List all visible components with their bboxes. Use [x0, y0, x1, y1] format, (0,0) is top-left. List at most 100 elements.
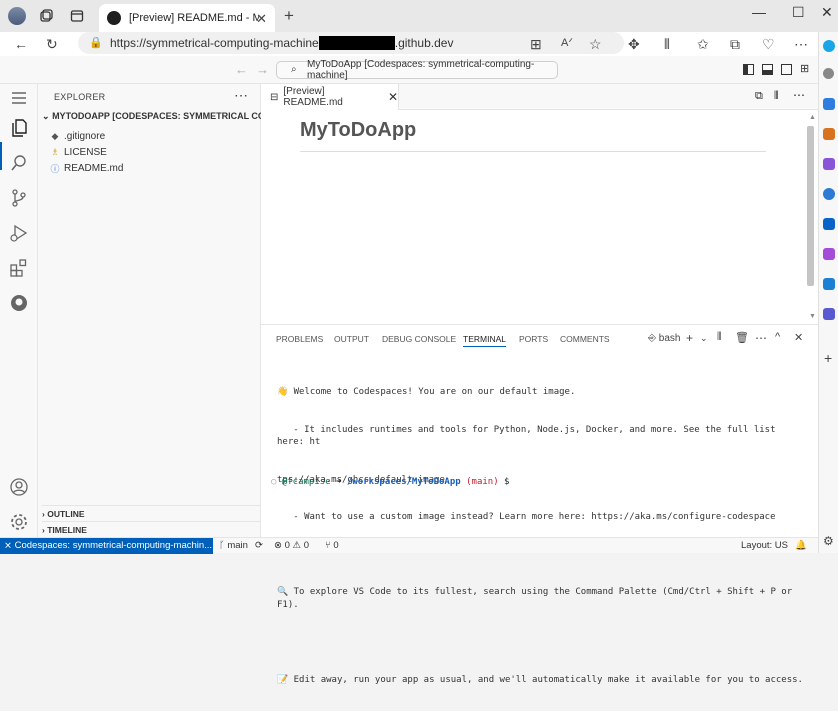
workspace-folder[interactable]: ⌄ MYTODOAPP [CODESPACES: SYMMETRICAL COM…	[42, 111, 261, 127]
refresh-icon[interactable]: ↻	[46, 36, 58, 53]
file-readme[interactable]: ⓘ README.md	[50, 160, 123, 176]
timeline-section[interactable]: › TIMELINE	[42, 521, 261, 537]
sidebar-title: EXPLORER	[54, 92, 106, 102]
maximize-icon[interactable]: ☐	[792, 4, 805, 21]
new-tab-icon[interactable]: +	[284, 6, 294, 26]
read-aloud-icon[interactable]: Aᐟ	[561, 36, 573, 49]
explorer-icon[interactable]	[9, 118, 29, 138]
outlook-icon[interactable]	[823, 218, 835, 230]
problems-status[interactable]: ⊗ 0 ⚠ 0	[274, 540, 309, 551]
close-icon[interactable]: ✕	[388, 90, 398, 104]
tools-icon[interactable]	[823, 128, 835, 140]
tab-problems[interactable]: PROBLEMS	[276, 334, 323, 344]
terminal-output[interactable]: 👋 Welcome to Codespaces! You are on our …	[277, 361, 807, 711]
designer-icon[interactable]	[823, 248, 835, 260]
microsoft365-icon[interactable]	[823, 188, 835, 200]
tab-ports[interactable]: PORTS	[519, 334, 548, 344]
split-editor-icon[interactable]: ⫴	[774, 90, 779, 103]
sidebar-settings-icon[interactable]: ⚙	[823, 534, 834, 548]
profile-avatar[interactable]	[8, 7, 26, 25]
notifications-bell-icon[interactable]: 🔔	[795, 540, 807, 551]
manage-gear-icon[interactable]	[9, 512, 29, 532]
scroll-up-icon[interactable]: ▲	[809, 114, 816, 121]
status-bar: ⨯ Codespaces: symmetrical-computing-mach…	[0, 537, 818, 554]
teams-icon[interactable]	[823, 308, 835, 320]
shopping-icon[interactable]	[823, 98, 835, 110]
browser-essentials-icon[interactable]: ♡	[762, 36, 775, 53]
file-license[interactable]: ♗ LICENSE	[50, 144, 107, 160]
toggle-panel-icon[interactable]	[762, 64, 773, 75]
minimize-icon[interactable]: —	[752, 4, 766, 20]
workspaces-icon[interactable]	[38, 8, 54, 24]
terminal-shell-selector[interactable]: ⎆ bash	[648, 333, 680, 344]
more-actions-icon[interactable]: ⋯	[234, 87, 248, 104]
settings-more-icon[interactable]: ⋯	[794, 36, 808, 53]
preview-scrollbar[interactable]	[807, 126, 814, 286]
collections-icon[interactable]: ⧉	[730, 36, 740, 53]
toggle-sidebar-icon[interactable]	[743, 64, 754, 75]
favorite-star-icon[interactable]: ☆	[589, 36, 602, 53]
close-tab-icon[interactable]: ✕	[256, 11, 267, 27]
active-indicator	[0, 142, 2, 170]
games-icon[interactable]	[823, 158, 835, 170]
tab-debug-console[interactable]: DEBUG CONSOLE	[382, 334, 456, 344]
command-center[interactable]: ⌕ MyToDoApp [Codespaces: symmetrical-com…	[276, 59, 558, 81]
tab-comments[interactable]: COMMENTS	[560, 334, 610, 344]
app-available-icon[interactable]: ⊞	[530, 36, 542, 53]
open-source-icon[interactable]: ⧉	[755, 90, 763, 103]
prompt-branch: (main)	[466, 477, 499, 487]
add-sidebar-app-icon[interactable]: +	[824, 350, 832, 366]
github-icon[interactable]	[9, 293, 29, 313]
drop-icon[interactable]	[823, 278, 835, 290]
tab-actions-icon[interactable]	[69, 8, 85, 24]
run-debug-icon[interactable]	[9, 223, 29, 243]
sync-icon[interactable]: ⟳	[255, 540, 263, 551]
chevron-down-icon: ⌄	[42, 111, 50, 121]
ports-count: 0	[333, 540, 339, 551]
search-icon[interactable]	[9, 153, 29, 173]
copilot-icon[interactable]	[823, 40, 835, 52]
customize-layout-icon[interactable]: ⊞	[800, 62, 809, 75]
split-terminal-icon[interactable]: ⫴	[717, 331, 722, 344]
chevron-down-icon[interactable]: ⌄	[700, 333, 708, 344]
branch-status[interactable]: ᚴ main	[219, 540, 248, 551]
toggle-secondary-sidebar-icon[interactable]	[781, 64, 792, 75]
extensions-icon[interactable]: ✥	[628, 36, 640, 53]
tab-output[interactable]: OUTPUT	[334, 334, 369, 344]
more-actions-icon[interactable]: ⋯	[755, 331, 767, 345]
terminal-prompt[interactable]: ○ @fcampise ➜ /workspaces/MyToDoApp (mai…	[271, 477, 509, 487]
url-field[interactable]: 🔒 https://symmetrical-computing-machine …	[78, 32, 624, 54]
nav-forward-icon[interactable]: →	[256, 62, 269, 77]
extensions-icon[interactable]	[9, 258, 29, 278]
terminal-line: 📝 Edit away, run your app as usual, and …	[277, 674, 803, 685]
trash-icon[interactable]: 🗑	[735, 331, 749, 344]
source-control-icon[interactable]	[9, 188, 29, 208]
back-icon[interactable]: ←	[14, 36, 28, 52]
tab-readme-preview[interactable]: ⊟ [Preview] README.md ✕	[261, 84, 399, 110]
ports-status[interactable]: ⑂ 0	[325, 540, 339, 551]
scroll-down-icon[interactable]: ▼	[809, 313, 816, 320]
split-screen-icon[interactable]: ⫴	[664, 36, 670, 53]
chevron-right-icon: ›	[42, 525, 45, 535]
search-icon[interactable]	[823, 68, 834, 79]
outline-section[interactable]: › OUTLINE	[42, 505, 261, 521]
file-gitignore[interactable]: ◆ .gitignore	[50, 128, 106, 144]
menu-icon[interactable]	[9, 88, 29, 108]
keyboard-layout[interactable]: Layout: US	[741, 540, 788, 551]
accounts-icon[interactable]	[9, 477, 29, 497]
remote-indicator[interactable]: ⨯ Codespaces: symmetrical-computing-mach…	[0, 538, 213, 554]
chevron-right-icon: ›	[42, 509, 45, 519]
close-window-icon[interactable]: ✕	[821, 4, 833, 21]
tab-terminal[interactable]: TERMINAL	[463, 334, 506, 347]
workspace-folder-label: MYTODOAPP [CODESPACES: SYMMETRICAL COMP.…	[52, 111, 261, 121]
close-panel-icon[interactable]: ✕	[794, 331, 803, 344]
browser-tab-bar: [Preview] README.md - MyToDo ✕ + — ☐ ✕	[0, 0, 838, 32]
new-terminal-icon[interactable]: +	[686, 331, 693, 345]
timeline-label: TIMELINE	[47, 525, 87, 535]
browser-tab-active[interactable]: [Preview] README.md - MyToDo ✕	[99, 4, 275, 32]
maximize-panel-icon[interactable]: ^	[775, 331, 780, 343]
favorites-icon[interactable]: ✩	[697, 36, 709, 53]
more-actions-icon[interactable]: ⋯	[793, 88, 805, 102]
nav-back-icon[interactable]: ←	[235, 62, 248, 77]
